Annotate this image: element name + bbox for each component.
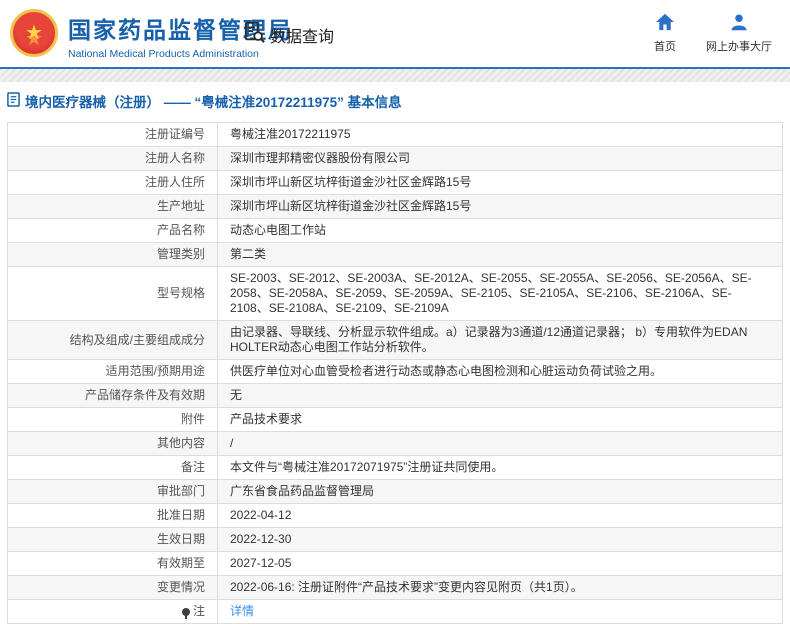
row-label: 备注 [7, 455, 218, 480]
row-label: 批准日期 [7, 503, 218, 528]
note-pin-icon [181, 608, 190, 619]
table-row: 产品名称 动态心电图工作站 [7, 218, 783, 243]
hatch-divider [0, 69, 790, 82]
table-row: 批准日期 2022-04-12 [7, 503, 783, 528]
details-link[interactable]: 详情 [230, 604, 254, 618]
table-row: 适用范围/预期用途 供医疗单位对心血管受检者进行动态或静态心电图检测和心脏运动负荷… [7, 359, 783, 384]
table-row: 变更情况 2022-06-16: 注册证附件“产品技术要求”变更内容见附页（共1页… [7, 575, 783, 600]
table-row: 注册证编号 粤械注准20172211975 [7, 122, 783, 147]
row-label: 注册人住所 [7, 170, 218, 195]
row-value: 广东省食品药品监督管理局 [217, 479, 783, 504]
row-label: 其他内容 [7, 431, 218, 456]
info-table: 注册证编号 粤械注准20172211975 注册人名称 深圳市理邦精密仪器股份有限公… [7, 122, 783, 624]
note-label: 注 [192, 604, 205, 618]
row-value: 粤械注准20172211975 [217, 122, 783, 147]
data-query-nav[interactable]: 数据查询 [243, 21, 334, 48]
row-value: 本文件与“粤械注准20172071975”注册证共同使用。 [217, 455, 783, 480]
table-row: 注册人住所 深圳市坪山新区坑梓街道金沙社区金辉路15号 [7, 170, 783, 195]
emblem-star-icon: ★ [25, 22, 43, 44]
row-value: 第二类 [217, 242, 783, 267]
row-value: 2022-04-12 [217, 503, 783, 528]
row-value: 2027-12-05 [217, 551, 783, 576]
row-value: 产品技术要求 [217, 407, 783, 432]
row-label: 注册证编号 [7, 122, 218, 147]
national-emblem-logo: ★ [10, 9, 58, 57]
row-label: 生效日期 [7, 527, 218, 552]
nav-home[interactable]: 首页 [654, 13, 676, 54]
home-icon [655, 13, 675, 34]
site-subtitle: National Medical Products Administration [68, 48, 259, 60]
table-row: 备注 本文件与“粤械注准20172071975”注册证共同使用。 [7, 455, 783, 480]
row-label: 结构及组成/主要组成成分 [7, 320, 218, 360]
nav-hall-label: 网上办事大厅 [706, 41, 772, 53]
table-row: 审批部门 广东省食品药品监督管理局 [7, 479, 783, 504]
row-value: 详情 [217, 599, 783, 624]
row-value: 动态心电图工作站 [217, 218, 783, 243]
row-label: 附件 [7, 407, 218, 432]
data-query-label: 数据查询 [270, 28, 335, 46]
table-row: 生产地址 深圳市坪山新区坑梓街道金沙社区金辉路15号 [7, 194, 783, 219]
page-title-bar: 境内医疗器械（注册） —— “粤械注准20172211975” 基本信息 [0, 82, 790, 122]
table-row: 结构及组成/主要组成成分 由记录器、导联线、分析显示软件组成。a）记录器为3通道/… [7, 320, 783, 360]
row-value: SE-2003、SE-2012、SE-2003A、SE-2012A、SE-205… [217, 266, 783, 321]
row-value: 由记录器、导联线、分析显示软件组成。a）记录器为3通道/12通道记录器； b）专… [217, 320, 783, 360]
row-label: 型号规格 [7, 266, 218, 321]
row-value: 2022-06-16: 注册证附件“产品技术要求”变更内容见附页（共1页）。 [217, 575, 783, 600]
row-label: 产品储存条件及有效期 [7, 383, 218, 408]
page-title: 境内医疗器械（注册） —— “粤械注准20172211975” 基本信息 [25, 95, 402, 110]
row-value: 无 [217, 383, 783, 408]
nav-online-hall[interactable]: 网上办事大厅 [706, 13, 772, 54]
row-label: 产品名称 [7, 218, 218, 243]
table-row: 型号规格 SE-2003、SE-2012、SE-2003A、SE-2012A、SE… [7, 266, 783, 321]
person-icon [730, 13, 748, 34]
row-label-note: 注 [7, 599, 218, 624]
row-label: 审批部门 [7, 479, 218, 504]
row-label: 有效期至 [7, 551, 218, 576]
header-nav: 首页 网上办事大厅 [654, 13, 772, 54]
table-row: 其他内容 / [7, 431, 783, 456]
row-value: 深圳市坪山新区坑梓街道金沙社区金辉路15号 [217, 170, 783, 195]
table-row: 注 详情 [7, 599, 783, 624]
site-header: ★ 国家药品监督管理局 National Medical Products Ad… [0, 0, 790, 69]
table-row: 产品储存条件及有效期无 [7, 383, 783, 408]
row-label: 注册人名称 [7, 146, 218, 171]
document-search-icon [243, 21, 265, 48]
row-value: 深圳市理邦精密仪器股份有限公司 [217, 146, 783, 171]
table-row: 附件 产品技术要求 [7, 407, 783, 432]
row-label: 管理类别 [7, 242, 218, 267]
row-value: / [217, 431, 783, 456]
row-value: 深圳市坪山新区坑梓街道金沙社区金辉路15号 [217, 194, 783, 219]
row-value: 2022-12-30 [217, 527, 783, 552]
row-label: 变更情况 [7, 575, 218, 600]
row-label: 生产地址 [7, 194, 218, 219]
table-row: 有效期至 2027-12-05 [7, 551, 783, 576]
table-row: 注册人名称 深圳市理邦精密仪器股份有限公司 [7, 146, 783, 171]
table-row: 生效日期 2022-12-30 [7, 527, 783, 552]
row-label: 适用范围/预期用途 [7, 359, 218, 384]
row-value: 供医疗单位对心血管受检者进行动态或静态心电图检测和心脏运动负荷试验之用。 [217, 359, 783, 384]
document-icon [7, 92, 20, 110]
table-row: 管理类别 第二类 [7, 242, 783, 267]
nav-home-label: 首页 [654, 41, 676, 53]
